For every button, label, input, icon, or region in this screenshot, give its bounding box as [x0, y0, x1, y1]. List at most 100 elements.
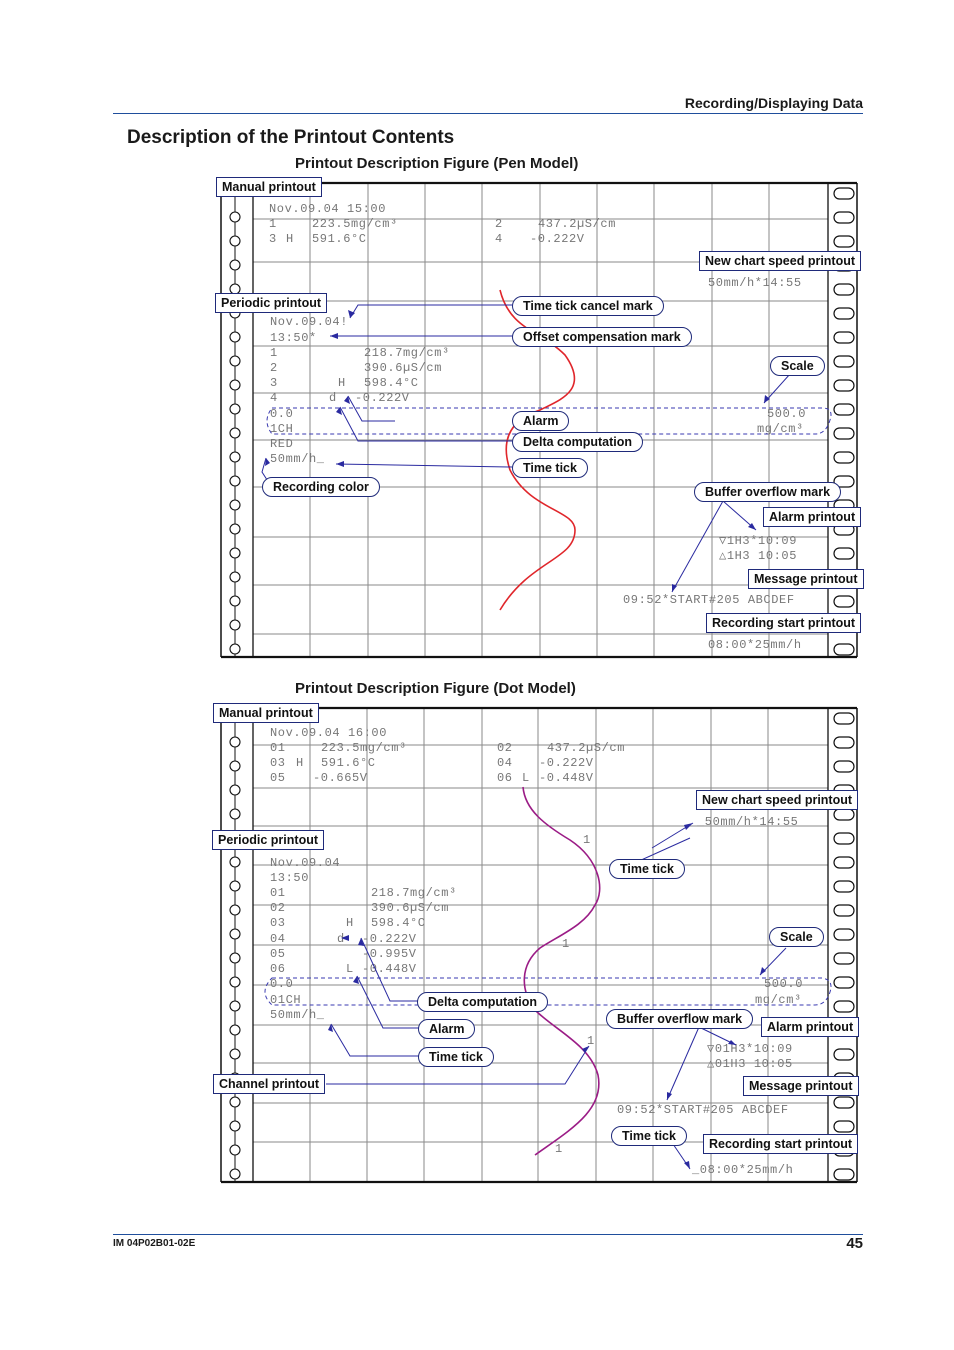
sprocket-hole: [229, 928, 241, 940]
dot-periodic-time: 13:50: [270, 871, 309, 885]
sprocket-hole: [229, 1000, 241, 1012]
pen-periodic-value: -0.222V: [355, 391, 410, 405]
label-new-chart-speed-printout: New chart speed printout: [699, 251, 862, 271]
pen-scale-right-value: 500.0: [767, 407, 806, 421]
sprocket-hole: [229, 976, 241, 988]
pen-alarm-line-1: ▽1H3*10:09: [719, 534, 797, 548]
sprocket-hole: [229, 904, 241, 916]
perforation-slot: [833, 211, 855, 224]
perforation-slot: [833, 1048, 855, 1061]
dot-message-line: 09:52*START#205 ABCDEF: [617, 1103, 789, 1117]
pen-recording-start: 08:00*25mm/h: [708, 638, 802, 652]
label-recording-start-printout: Recording start printout: [706, 613, 862, 633]
footer-doc-id: IM 04P02B01-02E: [113, 1238, 196, 1249]
sprocket-hole: [229, 760, 241, 772]
pen-manual-ch3-flag: H: [286, 232, 294, 246]
sprocket-hole: [229, 379, 241, 391]
label-delta-computation: Delta computation: [417, 992, 549, 1012]
dot-periodic-value: 218.7mg/cm³: [371, 886, 457, 900]
perforation-slot: [833, 856, 855, 869]
sprocket-hole: [229, 1120, 241, 1132]
dot-periodic-date: Nov.09.04: [270, 856, 340, 870]
perforation-slot: [833, 283, 855, 296]
label-buffer-overflow-mark: Buffer overflow mark: [606, 1009, 754, 1029]
dot-manual-ch: 01: [270, 741, 286, 755]
label-scale: Scale: [769, 927, 824, 947]
dot-periodic-ch: 02: [270, 901, 286, 915]
label-periodic-printout: Periodic printout: [212, 830, 324, 850]
label-new-chart-speed-printout: New chart speed printout: [696, 790, 859, 810]
dot-alarm-line-2: △01H3 10:05: [707, 1057, 793, 1071]
dot-chart-speed: 50mm/h_: [270, 1008, 325, 1022]
sprocket-hole: [229, 403, 241, 415]
perforation-slot: [833, 1120, 855, 1133]
perforation-slot: [833, 928, 855, 941]
pen-manual-ch2-value: 437.2µS/cm: [538, 217, 616, 231]
dot-periodic-ch: 04: [270, 932, 286, 946]
pen-message-line: 09:52*START#205 ABCDEF: [623, 593, 795, 607]
dot-recording-start: _08:00*25mm/h: [691, 1163, 793, 1177]
label-alarm-printout: Alarm printout: [761, 1017, 860, 1037]
label-time-tick: Time tick: [512, 458, 588, 478]
sprocket-hole: [229, 1048, 241, 1060]
label-buffer-overflow-mark: Buffer overflow mark: [694, 482, 842, 502]
label-delta-computation: Delta computation: [512, 432, 644, 452]
perforation-slot: [833, 187, 855, 200]
sprocket-hole: [229, 499, 241, 511]
label-offset-compensation-mark: Offset compensation mark: [512, 327, 692, 347]
dot-periodic-ch: 06: [270, 962, 286, 976]
label-time-tick: Time tick: [418, 1047, 494, 1067]
label-alarm-printout: Alarm printout: [763, 507, 862, 527]
pen-periodic-time: 13:50*: [270, 331, 317, 345]
perforation-slot: [833, 808, 855, 821]
perforation-slot: [833, 760, 855, 773]
dot-manual-value: -0.222V: [539, 756, 594, 770]
dot-channel-mark: 1: [583, 833, 591, 847]
pen-periodic-date: Nov.09.04!: [270, 315, 348, 329]
sprocket-hole: [229, 355, 241, 367]
sprocket-hole: [229, 952, 241, 964]
perforation-slot: [833, 904, 855, 917]
dot-manual-value: 591.6°C: [321, 756, 376, 770]
dot-leader-lines: [326, 822, 787, 1170]
perforation-slot: [833, 331, 855, 344]
pen-alarm-line-2: △1H3 10:05: [719, 549, 797, 563]
sprocket-hole: [229, 259, 241, 271]
sprocket-hole: [229, 784, 241, 796]
sprocket-hole: [229, 427, 241, 439]
pen-manual-datetime: Nov.09.04 15:00: [269, 202, 386, 216]
dot-periodic-flag: H: [346, 916, 354, 930]
sprocket-hole: [229, 1024, 241, 1036]
perforation-slot: [833, 403, 855, 416]
perforation-slot: [833, 235, 855, 248]
sprocket-hole: [229, 736, 241, 748]
perforation-slot: [833, 736, 855, 749]
perforation-slot: [833, 880, 855, 893]
pen-periodic-ch: 2: [270, 361, 278, 375]
sprocket-hole: [229, 856, 241, 868]
sprocket-hole: [229, 331, 241, 343]
dot-manual-ch: 02: [497, 741, 513, 755]
label-message-printout: Message printout: [748, 569, 864, 589]
dot-manual-value: 223.5mg/cm³: [321, 741, 407, 755]
sprocket-hole: [229, 475, 241, 487]
perforation-slot: [833, 976, 855, 989]
label-periodic-printout: Periodic printout: [215, 293, 327, 313]
footer-rule: [113, 1234, 863, 1235]
perforation-slot: [833, 952, 855, 965]
pen-manual-ch3: 3: [269, 232, 277, 246]
sprocket-hole: [229, 1144, 241, 1156]
sprocket-hole: [229, 808, 241, 820]
perforation-slot: [833, 307, 855, 320]
dot-manual-value: 437.2µS/cm: [547, 741, 625, 755]
pen-periodic-ch: 4: [270, 391, 278, 405]
dot-periodic-value: -0.448V: [362, 962, 417, 976]
label-message-printout: Message printout: [743, 1076, 859, 1096]
dot-arrowheads: [328, 823, 766, 1169]
dot-periodic-flag: d: [337, 932, 345, 946]
pen-periodic-value: 598.4°C: [364, 376, 419, 390]
label-recording-color: Recording color: [262, 477, 380, 497]
dot-manual-value: -0.665V: [313, 771, 368, 785]
label-alarm: Alarm: [512, 411, 570, 431]
sprocket-hole: [229, 235, 241, 247]
